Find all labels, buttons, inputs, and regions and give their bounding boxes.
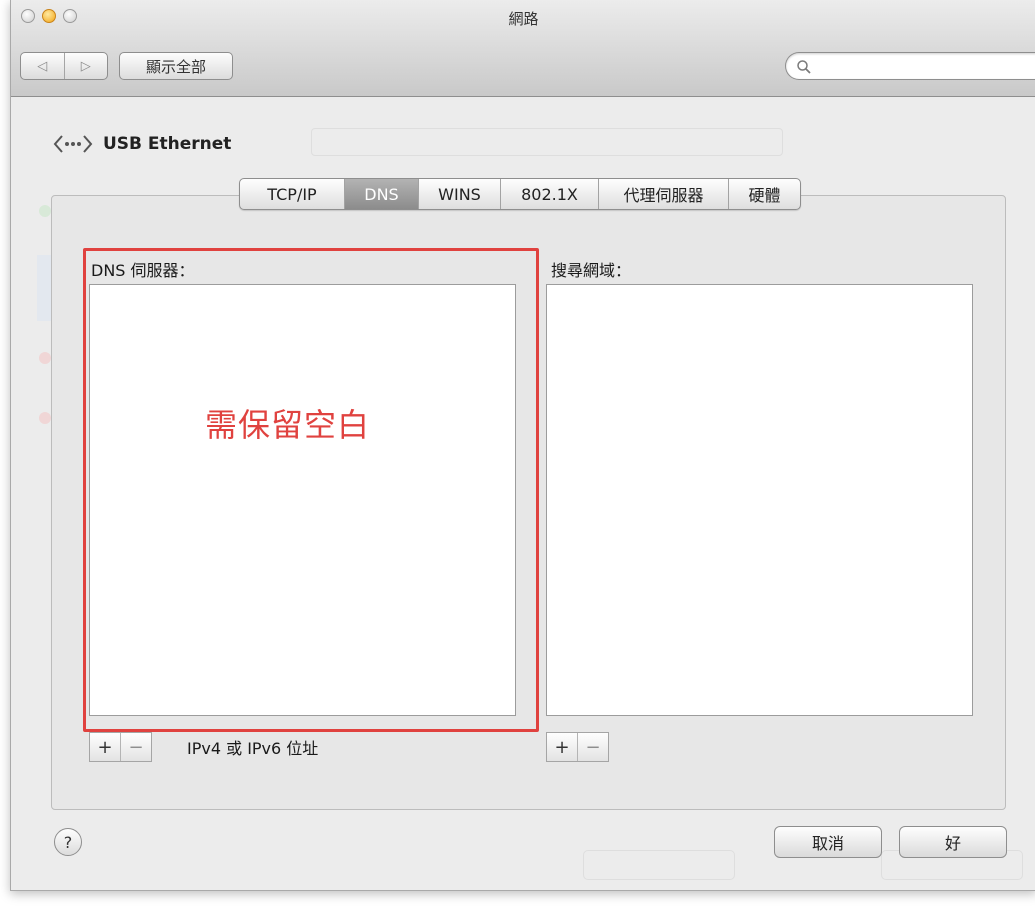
ethernet-icon [53, 135, 93, 153]
search-domains-add-remove: + − [546, 732, 609, 762]
tab-wins[interactable]: WINS [418, 179, 500, 209]
annotation-highlight-box [83, 248, 539, 732]
tab-proxies[interactable]: 代理伺服器 [598, 179, 728, 209]
network-preferences-window: 網路 ◁ ▷ 顯示全部 USB Ethernet TCP/IP DNS WINS… [10, 0, 1035, 891]
add-dns-server-button[interactable]: + [90, 733, 120, 761]
ok-button[interactable]: 好 [899, 826, 1007, 858]
interface-header: USB Ethernet [53, 133, 231, 155]
tab-hardware[interactable]: 硬體 [728, 179, 800, 209]
search-domains-label: 搜尋網域： [551, 261, 632, 280]
cancel-button[interactable]: 取消 [774, 826, 882, 858]
tab-bar: TCP/IP DNS WINS 802.1X 代理伺服器 硬體 [239, 178, 801, 210]
tab-8021x[interactable]: 802.1X [500, 179, 598, 209]
window-title: 網路 [508, 10, 539, 28]
forward-button[interactable]: ▷ [63, 53, 108, 79]
tab-tcpip[interactable]: TCP/IP [240, 179, 344, 209]
tab-dns[interactable]: DNS [344, 179, 418, 209]
back-button[interactable]: ◁ [21, 53, 64, 79]
address-hint: IPv4 或 IPv6 位址 [187, 739, 319, 758]
remove-search-domain-button[interactable]: − [577, 733, 608, 761]
annotation-text: 需保留空白 [205, 406, 371, 444]
nav-back-forward: ◁ ▷ [20, 52, 108, 80]
remove-dns-server-button[interactable]: − [120, 733, 151, 761]
search-field[interactable] [785, 52, 1035, 80]
interface-name: USB Ethernet [103, 134, 232, 154]
search-domains-list[interactable] [546, 284, 973, 716]
add-search-domain-button[interactable]: + [547, 733, 577, 761]
help-button[interactable]: ? [54, 828, 82, 856]
dns-servers-add-remove: + − [89, 732, 152, 762]
show-all-button[interactable]: 顯示全部 [119, 52, 233, 80]
search-icon [797, 60, 811, 74]
toolbar: 網路 ◁ ▷ 顯示全部 [11, 0, 1035, 97]
